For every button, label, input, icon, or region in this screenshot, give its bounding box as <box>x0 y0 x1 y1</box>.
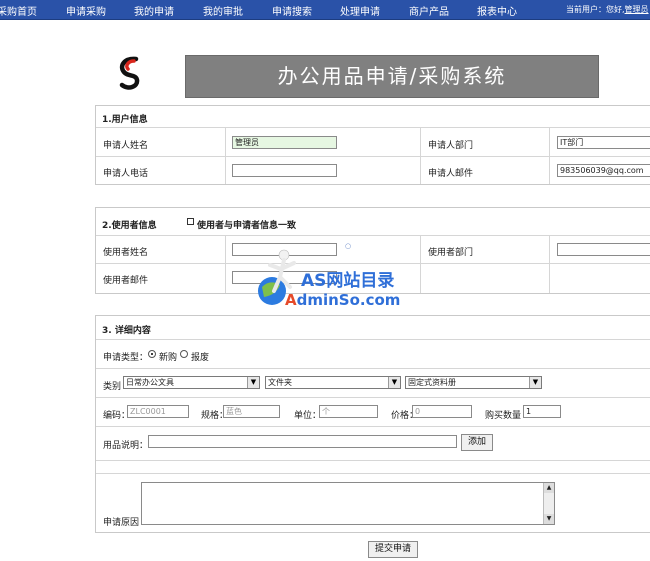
description-input[interactable] <box>148 435 457 448</box>
nav-apply-purchase[interactable]: 申请采购 <box>66 3 106 18</box>
top-nav: 采购首页 申请采购 我的申请 我的审批 申请搜索 处理申请 商户产品 报表中心 … <box>0 0 650 20</box>
applicant-dept-input[interactable] <box>557 136 650 149</box>
nav-merchant-products[interactable]: 商户产品 <box>409 3 449 18</box>
nav-my-approvals[interactable]: 我的审批 <box>203 3 243 18</box>
end-user-dept-label: 使用者部门 <box>428 248 474 258</box>
end-user-name-label: 使用者姓名 <box>103 248 149 258</box>
divider <box>549 128 550 184</box>
quantity-input[interactable] <box>523 405 561 418</box>
category-select-2-value: 文件夹 <box>268 378 292 387</box>
divider <box>96 339 650 340</box>
app-logo-icon <box>119 56 140 90</box>
category-label: 类别 <box>103 382 122 392</box>
unit-input[interactable] <box>319 405 378 418</box>
applicant-email-input[interactable] <box>557 164 650 177</box>
divider <box>420 236 421 293</box>
spec-input[interactable] <box>223 405 280 418</box>
divider <box>96 368 650 369</box>
nav-report-center[interactable]: 报表中心 <box>477 3 517 18</box>
section1-title: 1.用户信息 <box>102 115 148 125</box>
watermark-line2-initial: A <box>285 291 297 309</box>
divider <box>96 263 650 264</box>
add-button[interactable]: 添加 <box>461 434 493 451</box>
section2-title: 2.使用者信息 <box>102 221 157 231</box>
watermark-line2-rest: dminSo.com <box>296 291 401 309</box>
nav-search-applications[interactable]: 申请搜索 <box>272 3 312 18</box>
applicant-name-label: 申请人姓名 <box>103 141 149 151</box>
divider <box>96 127 650 128</box>
same-as-applicant-label: 使用者与申请者信息一致 <box>197 221 297 231</box>
nav-my-applications[interactable]: 我的申请 <box>134 3 174 18</box>
applicant-name-input[interactable] <box>232 136 337 149</box>
divider <box>225 236 226 293</box>
type-new-label: 新购 <box>159 353 178 363</box>
watermark-line1: AS网站目录 <box>301 271 395 291</box>
current-user-info: 当前用户：您好,管理员 <box>566 4 649 15</box>
lookup-icon[interactable]: ○ <box>345 242 351 250</box>
end-user-email-label: 使用者邮件 <box>103 276 149 286</box>
divider <box>96 426 650 427</box>
page-title: 办公用品申请/采购系统 <box>185 55 599 98</box>
current-user-prefix: 当前用户：您好, <box>566 5 625 14</box>
submit-application-button[interactable]: 提交申请 <box>368 541 418 558</box>
divider <box>225 128 226 184</box>
applicant-phone-input[interactable] <box>232 164 337 177</box>
category-select-1-value: 日常办公文具 <box>126 378 174 387</box>
category-select-1[interactable]: 日常办公文具 ▼ <box>123 376 260 389</box>
request-type-label: 申请类型： <box>103 353 149 363</box>
divider <box>96 397 650 398</box>
description-label: 用品说明： <box>103 441 149 451</box>
divider <box>96 156 650 157</box>
watermark-line2: AdminSo.com <box>285 291 400 309</box>
category-select-3[interactable]: 固定式资料册 ▼ <box>405 376 542 389</box>
price-input[interactable] <box>412 405 472 418</box>
nav-process-applications[interactable]: 处理申请 <box>340 3 380 18</box>
section3-title: 3. 详细内容 <box>102 326 151 336</box>
scroll-down-icon[interactable]: ▼ <box>544 514 554 524</box>
reason-label: 申请原因 <box>103 518 140 528</box>
type-new-radio[interactable] <box>148 350 156 358</box>
divider <box>96 460 650 461</box>
type-scrap-radio[interactable] <box>180 350 188 358</box>
chevron-down-icon: ▼ <box>529 377 541 388</box>
unit-label: 单位： <box>294 411 322 421</box>
current-user-link[interactable]: 管理员 <box>625 5 649 14</box>
quantity-label: 购买数量 <box>485 411 522 421</box>
applicant-phone-label: 申请人电话 <box>103 169 149 179</box>
code-input[interactable] <box>127 405 189 418</box>
reason-textarea[interactable]: ▲ ▼ <box>141 482 555 525</box>
applicant-email-label: 申请人邮件 <box>428 169 474 179</box>
divider <box>96 235 650 236</box>
chevron-down-icon: ▼ <box>388 377 400 388</box>
scroll-up-icon[interactable]: ▲ <box>544 483 554 493</box>
same-as-applicant-checkbox[interactable] <box>187 218 194 225</box>
applicant-dept-label: 申请人部门 <box>428 141 474 151</box>
category-select-2[interactable]: 文件夹 ▼ <box>265 376 401 389</box>
divider <box>549 236 550 293</box>
textarea-scrollbar[interactable]: ▲ ▼ <box>543 483 554 524</box>
divider <box>96 473 650 474</box>
divider <box>420 128 421 184</box>
code-label: 编码： <box>103 411 131 421</box>
chevron-down-icon: ▼ <box>247 377 259 388</box>
type-scrap-label: 报废 <box>191 353 210 363</box>
end-user-dept-input[interactable] <box>557 243 650 256</box>
category-select-3-value: 固定式资料册 <box>408 378 456 387</box>
nav-home[interactable]: 采购首页 <box>0 3 37 18</box>
